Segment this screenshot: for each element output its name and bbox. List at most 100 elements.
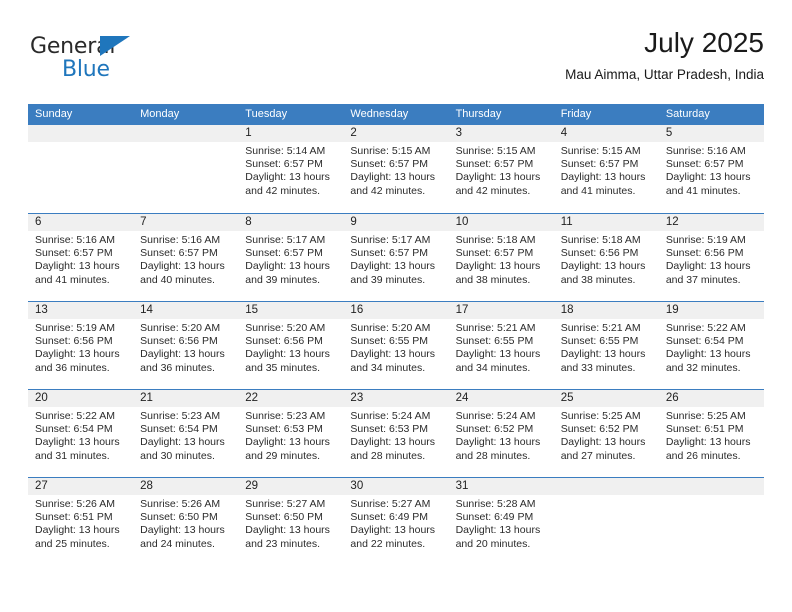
calendar-day-cell[interactable]: 6 Sunrise: 5:16 AM Sunset: 6:57 PM Daylight… (28, 214, 134, 301)
calendar-day-cell[interactable]: 25 Sunrise: 5:25 AM Sunset: 6:52 PM Dayligh… (553, 390, 659, 477)
sunrise-text: Sunrise: 5:19 AM (665, 234, 746, 246)
calendar-day-cell[interactable]: 14 Sunrise: 5:20 AM Sunset: 6:56 PM Dayligh… (133, 302, 239, 389)
day-sun-info: Sunrise: 5:19 AM Sunset: 6:56 PM Daylight:… (659, 231, 764, 287)
calendar-day-cell[interactable]: 7 Sunrise: 5:16 AM Sunset: 6:57 PM Daylight… (133, 214, 239, 301)
calendar-day-cell[interactable]: 27 Sunrise: 5:26 AM Sunset: 6:51 PM Dayligh… (28, 478, 134, 565)
sunrise-text: Sunrise: 5:22 AM (665, 322, 746, 334)
daylight-text-line1: Daylight: 13 hours (560, 171, 646, 184)
sunset-text: Sunset: 6:55 PM (455, 335, 534, 348)
day-number-strip: 24 (448, 390, 554, 407)
daylight-text-line2: and 39 minutes. (350, 273, 426, 286)
daylight-text-line2: and 36 minutes. (35, 361, 110, 374)
day-number-strip: 1 (238, 125, 344, 142)
daylight-text-line2: and 41 minutes. (35, 273, 110, 286)
day-number: 7 (140, 216, 147, 228)
day-number: 16 (350, 304, 364, 316)
calendar-day-cell[interactable]: 29 Sunrise: 5:27 AM Sunset: 6:50 PM Dayligh… (238, 478, 344, 565)
day-number-strip: 17 (448, 302, 554, 319)
brand-triangle-icon (100, 36, 130, 56)
daylight-text-line1: Daylight: 13 hours (350, 260, 436, 273)
calendar-day-cell[interactable]: 23 Sunrise: 5:24 AM Sunset: 6:53 PM Dayligh… (343, 390, 449, 477)
daylight-text-line2: and 26 minutes. (665, 449, 741, 462)
calendar-day-cell[interactable]: 19 Sunrise: 5:22 AM Sunset: 6:54 PM Dayligh… (658, 302, 764, 389)
daylight-text-line1: Daylight: 13 hours (455, 436, 541, 449)
daylight-text-line2: and 24 minutes. (140, 537, 215, 550)
brand-name-blue: Blue (62, 57, 110, 82)
calendar-day-cell[interactable]: 22 Sunrise: 5:23 AM Sunset: 6:53 PM Dayligh… (238, 390, 344, 477)
calendar-day-cell[interactable]: 5 Sunrise: 5:16 AM Sunset: 6:57 PM Daylight… (658, 125, 764, 213)
calendar-day-cell[interactable]: 21 Sunrise: 5:23 AM Sunset: 6:54 PM Dayligh… (133, 390, 239, 477)
daylight-text-line2: and 37 minutes. (665, 273, 741, 286)
day-number: 28 (140, 480, 153, 492)
calendar-day-cell[interactable]: 15 Sunrise: 5:20 AM Sunset: 6:56 PM Dayligh… (238, 302, 344, 389)
brand-logo[interactable]: General Blue (30, 34, 210, 90)
day-number: 4 (560, 127, 568, 139)
sunrise-text: Sunrise: 5:22 AM (35, 410, 115, 422)
sunrise-text: Sunrise: 5:17 AM (350, 234, 431, 246)
day-sun-info: Sunrise: 5:16 AM Sunset: 6:57 PM Daylight:… (133, 231, 238, 287)
day-number-strip (28, 125, 134, 142)
calendar-day-cell[interactable]: 1 Sunrise: 5:14 AM Sunset: 6:57 PM Daylight… (238, 125, 344, 213)
sunset-text: Sunset: 6:49 PM (350, 511, 429, 524)
calendar-day-cell[interactable]: 12 Sunrise: 5:19 AM Sunset: 6:56 PM Dayligh… (658, 214, 764, 301)
day-sun-info: Sunrise: 5:25 AM Sunset: 6:51 PM Daylight:… (659, 407, 764, 463)
sunrise-text: Sunrise: 5:15 AM (455, 145, 536, 157)
daylight-text-line1: Daylight: 13 hours (455, 171, 541, 184)
sunrise-text: Sunrise: 5:24 AM (455, 410, 536, 422)
calendar-week-row: 20 Sunrise: 5:22 AM Sunset: 6:54 PM Dayligh… (28, 389, 764, 477)
calendar-day-cell[interactable]: 16 Sunrise: 5:20 AM Sunset: 6:55 PM Dayligh… (343, 302, 449, 389)
day-sun-info: Sunrise: 5:20 AM Sunset: 6:56 PM Daylight:… (238, 319, 343, 375)
day-sun-info: Sunrise: 5:18 AM Sunset: 6:57 PM Daylight:… (449, 231, 554, 287)
daylight-text-line1: Daylight: 13 hours (245, 171, 330, 184)
daylight-text-line1: Daylight: 13 hours (140, 348, 225, 361)
sunrise-text: Sunrise: 5:24 AM (350, 410, 431, 422)
day-number: 8 (245, 216, 252, 228)
calendar-day-cell[interactable]: 24 Sunrise: 5:24 AM Sunset: 6:52 PM Dayligh… (448, 390, 554, 477)
sunset-text: Sunset: 6:55 PM (560, 335, 639, 348)
calendar-day-cell[interactable]: 20 Sunrise: 5:22 AM Sunset: 6:54 PM Dayligh… (28, 390, 134, 477)
calendar-day-cell[interactable]: 31 Sunrise: 5:28 AM Sunset: 6:49 PM Dayligh… (448, 478, 554, 565)
daylight-text-line1: Daylight: 13 hours (560, 260, 646, 273)
sunset-text: Sunset: 6:51 PM (665, 423, 744, 436)
calendar-day-cell[interactable]: 26 Sunrise: 5:25 AM Sunset: 6:51 PM Dayligh… (658, 390, 764, 477)
calendar-day-cell[interactable]: 11 Sunrise: 5:18 AM Sunset: 6:56 PM Dayligh… (553, 214, 659, 301)
title-block: July 2025 Mau Aimma, Uttar Pradesh, Indi… (565, 26, 764, 83)
sunset-text: Sunset: 6:54 PM (35, 423, 113, 436)
day-sun-info: Sunrise: 5:26 AM Sunset: 6:51 PM Daylight:… (28, 495, 133, 551)
sunrise-text: Sunrise: 5:18 AM (455, 234, 536, 246)
day-sun-info: Sunrise: 5:23 AM Sunset: 6:53 PM Daylight:… (238, 407, 343, 463)
daylight-text-line1: Daylight: 13 hours (350, 171, 436, 184)
sunrise-text: Sunrise: 5:26 AM (140, 498, 221, 510)
calendar-day-cell[interactable]: 30 Sunrise: 5:27 AM Sunset: 6:49 PM Dayligh… (343, 478, 449, 565)
day-number-strip: 22 (238, 390, 344, 407)
daylight-text-line2: and 39 minutes. (245, 273, 320, 286)
sunset-text: Sunset: 6:57 PM (140, 247, 218, 260)
page-header: General Blue July 2025 Mau Aimma, Uttar … (28, 26, 764, 94)
calendar-day-cell[interactable]: 2 Sunrise: 5:15 AM Sunset: 6:57 PM Daylight… (343, 125, 449, 213)
sunrise-text: Sunrise: 5:16 AM (665, 145, 746, 157)
calendar-day-cell[interactable]: 9 Sunrise: 5:17 AM Sunset: 6:57 PM Daylight… (343, 214, 449, 301)
day-number: 31 (455, 480, 469, 492)
calendar-day-cell[interactable]: 28 Sunrise: 5:26 AM Sunset: 6:50 PM Dayligh… (133, 478, 239, 565)
calendar-day-cell[interactable]: 8 Sunrise: 5:17 AM Sunset: 6:57 PM Daylight… (238, 214, 344, 301)
sunset-text: Sunset: 6:54 PM (665, 335, 744, 348)
sunrise-text: Sunrise: 5:21 AM (560, 322, 641, 334)
calendar-day-cell[interactable]: 18 Sunrise: 5:21 AM Sunset: 6:55 PM Dayligh… (553, 302, 659, 389)
day-number: 11 (560, 216, 573, 228)
calendar-day-cell[interactable]: 17 Sunrise: 5:21 AM Sunset: 6:55 PM Dayligh… (448, 302, 554, 389)
calendar-day-cell-empty (133, 125, 239, 213)
day-number-strip: 3 (448, 125, 554, 142)
day-sun-info: Sunrise: 5:17 AM Sunset: 6:57 PM Daylight:… (238, 231, 343, 287)
daylight-text-line1: Daylight: 13 hours (455, 524, 541, 537)
location-subtitle: Mau Aimma, Uttar Pradesh, India (565, 67, 764, 82)
day-number-strip: 5 (658, 125, 764, 142)
weekday-header-saturday: Saturday (665, 108, 710, 120)
calendar-day-cell[interactable]: 13 Sunrise: 5:19 AM Sunset: 6:56 PM Dayligh… (28, 302, 134, 389)
calendar-day-cell[interactable]: 10 Sunrise: 5:18 AM Sunset: 6:57 PM Dayligh… (448, 214, 554, 301)
sunrise-text: Sunrise: 5:17 AM (245, 234, 326, 246)
daylight-text-line1: Daylight: 13 hours (350, 524, 436, 537)
calendar-day-cell[interactable]: 4 Sunrise: 5:15 AM Sunset: 6:57 PM Daylight… (553, 125, 659, 213)
calendar-day-cell[interactable]: 3 Sunrise: 5:15 AM Sunset: 6:57 PM Daylight… (448, 125, 554, 213)
day-sun-info: Sunrise: 5:24 AM Sunset: 6:52 PM Daylight:… (449, 407, 554, 463)
sunrise-text: Sunrise: 5:15 AM (350, 145, 431, 157)
